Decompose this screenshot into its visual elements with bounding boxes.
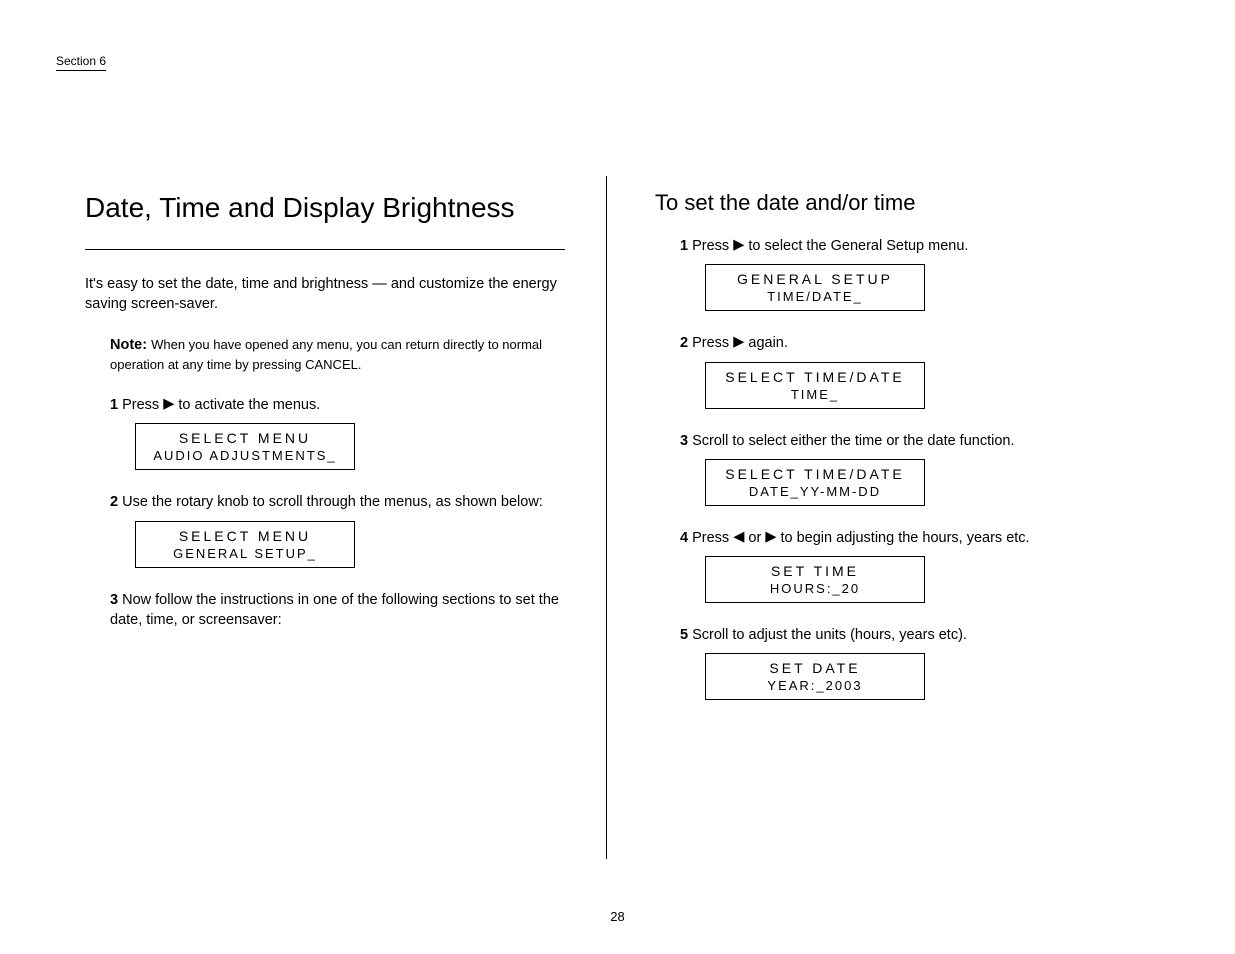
right-step-5: 5 Scroll to adjust the units (hours, yea… [680, 625, 1155, 645]
lcd-line1: SELECT MENU [146, 528, 344, 544]
step-number: 2 [110, 494, 118, 510]
step-text: to select the General Setup menu. [744, 238, 968, 254]
section-label: Section 6 [56, 54, 106, 71]
heading-rule [85, 249, 565, 250]
lcd-line1: SELECT MENU [146, 430, 344, 446]
intro-text: It's easy to set the date, time and brig… [85, 274, 565, 315]
step-text: or [744, 530, 765, 546]
step-text: to activate the menus. [174, 397, 320, 413]
play-right-icon: ▶ [733, 235, 744, 255]
left-step-3: 3 Now follow the instructions in one of … [110, 590, 565, 631]
note-text: When you have opened any menu, you can r… [110, 337, 542, 372]
lcd-display: SET DATE YEAR:_2003 [705, 653, 925, 700]
note-label: Note: [110, 337, 147, 353]
step-number: 2 [680, 335, 688, 351]
right-step-1: 1 Press ▶ to select the General Setup me… [680, 236, 1155, 256]
lcd-line2: HOURS:_20 [716, 581, 914, 596]
manual-page: Section 6 Date, Time and Display Brightn… [0, 0, 1235, 954]
lcd-line2: TIME/DATE_ [716, 289, 914, 304]
step-number: 5 [680, 627, 688, 643]
note: Note: When you have opened any menu, you… [110, 335, 565, 376]
step-text: to begin adjusting the hours, years etc. [776, 530, 1029, 546]
left-step-2: 2 Use the rotary knob to scroll through … [110, 492, 565, 512]
lcd-line1: SET TIME [716, 563, 914, 579]
right-step-4: 4 Press ◀ or ▶ to begin adjusting the ho… [680, 528, 1155, 548]
step-text: Press [692, 530, 733, 546]
step-number: 4 [680, 530, 688, 546]
step-number: 1 [680, 238, 688, 254]
step-text: Use the rotary knob to scroll through th… [122, 494, 543, 510]
lcd-line1: GENERAL SETUP [716, 271, 914, 287]
column-divider [606, 176, 607, 859]
lcd-line2: GENERAL SETUP_ [146, 546, 344, 561]
page-number: 28 [0, 909, 1235, 924]
lcd-display: SELECT MENU GENERAL SETUP_ [135, 521, 355, 568]
lcd-line1: SET DATE [716, 660, 914, 676]
step-text: Press [122, 397, 163, 413]
step-number: 3 [110, 592, 118, 608]
lcd-line2: DATE_YY-MM-DD [716, 484, 914, 499]
step-number: 1 [110, 397, 118, 413]
right-steps: 1 Press ▶ to select the General Setup me… [680, 236, 1155, 700]
lcd-line2: TIME_ [716, 387, 914, 402]
step-text: Scroll to adjust the units (hours, years… [692, 627, 967, 643]
left-column: Date, Time and Display Brightness It's e… [85, 190, 565, 636]
step-text: Press [692, 335, 733, 351]
right-step-2: 2 Press ▶ again. [680, 333, 1155, 353]
play-right-icon: ▶ [733, 332, 744, 352]
lcd-line2: YEAR:_2003 [716, 678, 914, 693]
play-right-icon: ▶ [765, 527, 776, 547]
step-text: Scroll to select either the time or the … [692, 433, 1014, 449]
step-text: Now follow the instructions in one of th… [110, 592, 559, 628]
subsection-title: To set the date and/or time [655, 190, 1155, 216]
lcd-display: SET TIME HOURS:_20 [705, 556, 925, 603]
left-steps: 1 Press ▶ to activate the menus. SELECT … [110, 395, 565, 630]
lcd-display: SELECT TIME/DATE TIME_ [705, 362, 925, 409]
lcd-line1: SELECT TIME/DATE [716, 369, 914, 385]
step-text: Press [692, 238, 733, 254]
lcd-line1: SELECT TIME/DATE [716, 466, 914, 482]
left-step-1: 1 Press ▶ to activate the menus. [110, 395, 565, 415]
step-number: 3 [680, 433, 688, 449]
step-text: again. [744, 335, 788, 351]
lcd-display: SELECT MENU AUDIO ADJUSTMENTS_ [135, 423, 355, 470]
lcd-line2: AUDIO ADJUSTMENTS_ [146, 448, 344, 463]
play-left-icon: ◀ [733, 527, 744, 547]
right-column: To set the date and/or time 1 Press ▶ to… [655, 190, 1155, 720]
lcd-display: GENERAL SETUP TIME/DATE_ [705, 264, 925, 311]
lcd-display: SELECT TIME/DATE DATE_YY-MM-DD [705, 459, 925, 506]
page-title: Date, Time and Display Brightness [85, 190, 565, 225]
play-right-icon: ▶ [163, 394, 174, 414]
right-step-3: 3 Scroll to select either the time or th… [680, 431, 1155, 451]
